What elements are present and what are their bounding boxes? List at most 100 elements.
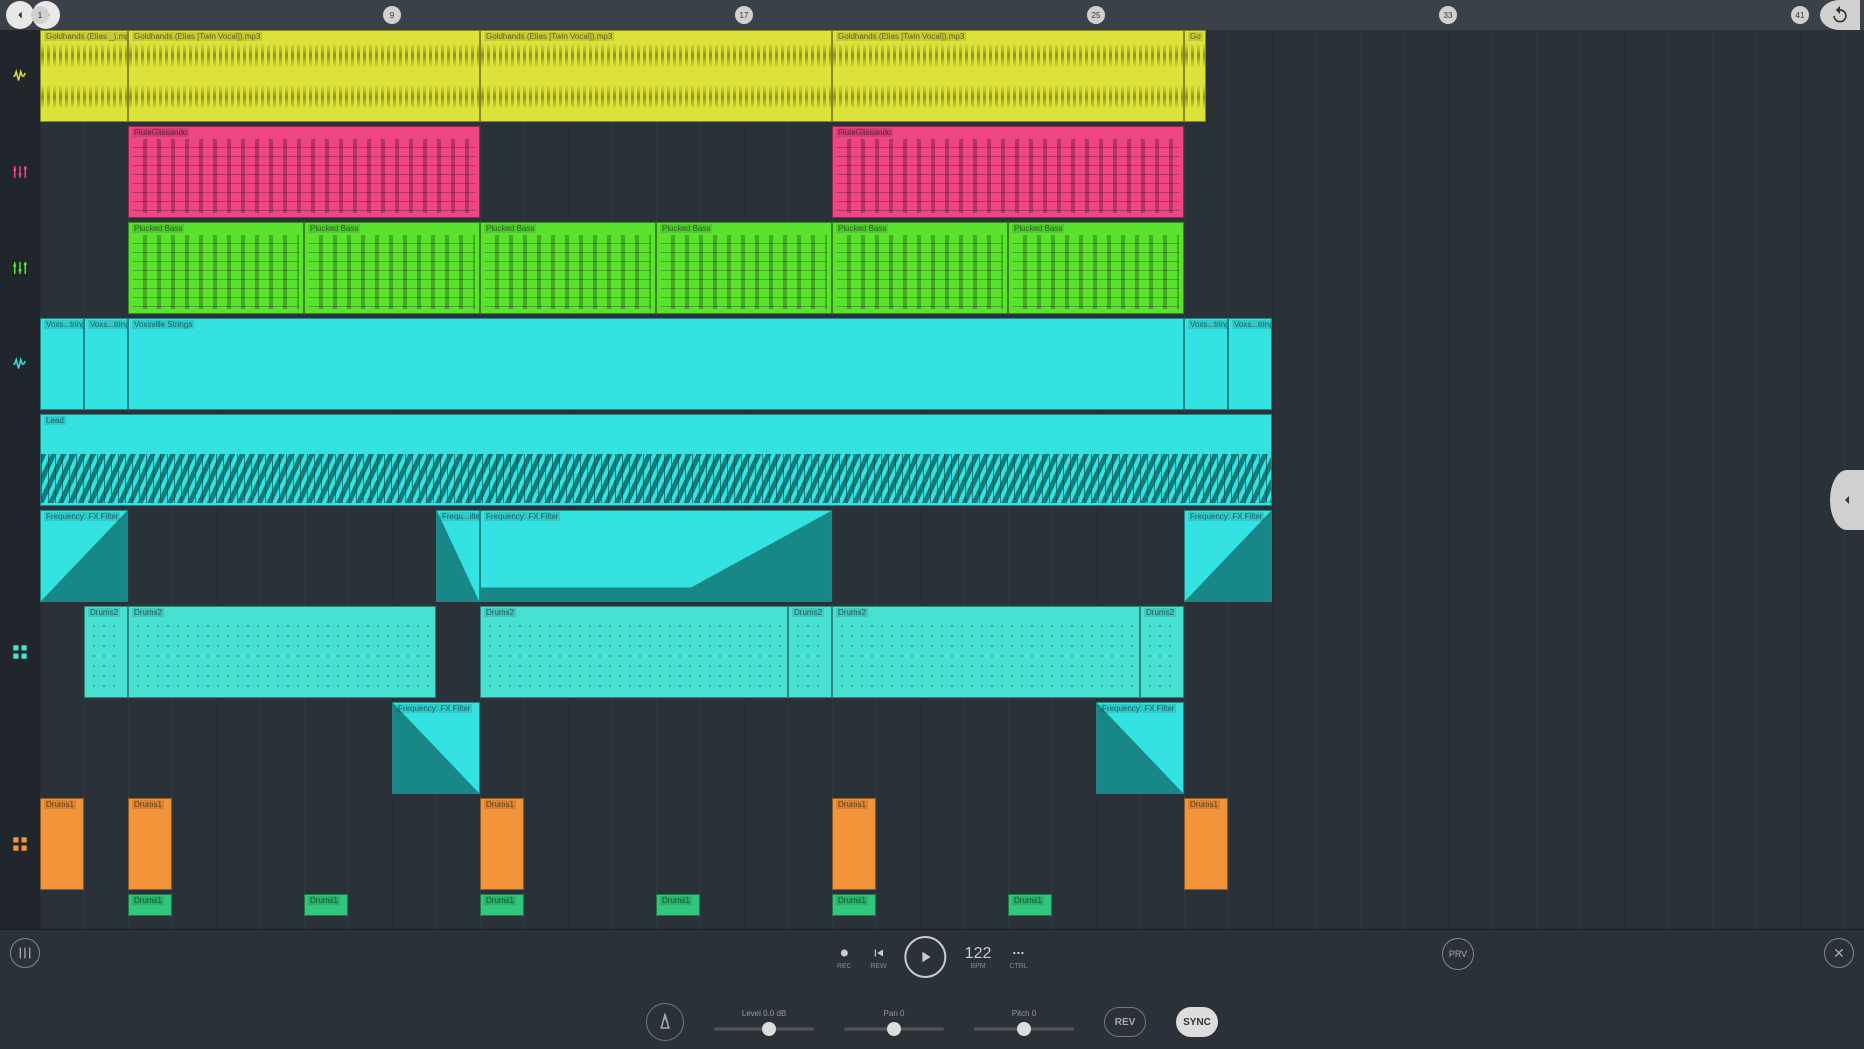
pan-slider[interactable] xyxy=(844,1022,944,1036)
clip-drums1b[interactable]: Drums1 xyxy=(304,894,348,916)
clip-label: Drums2 xyxy=(484,608,516,617)
clip-vocal[interactable]: Go xyxy=(1184,30,1206,122)
metronome-button[interactable] xyxy=(646,1003,684,1041)
clip-drums1a[interactable]: Drums1 xyxy=(1184,798,1228,890)
clip-lead[interactable]: Lead xyxy=(40,414,1272,506)
sync-toggle[interactable]: SYNC xyxy=(1176,1007,1218,1037)
record-label: REC xyxy=(837,963,852,970)
clip-vocal[interactable]: Goldhands (Elias _).mp3 xyxy=(40,30,128,122)
clip-fxfilter1[interactable]: Frequency: FX Filter xyxy=(1184,510,1272,602)
mixer-button[interactable] xyxy=(10,938,40,968)
clip-bass[interactable]: Plucked Bass xyxy=(480,222,656,314)
track-head-fxfilter1[interactable] xyxy=(0,510,40,602)
clip-drums2[interactable]: Drums2 xyxy=(788,606,832,698)
clip-bass[interactable]: Plucked Bass xyxy=(656,222,832,314)
clip-drums2[interactable]: Drums2 xyxy=(832,606,1140,698)
clip-vocal[interactable]: Goldhands (Elias [Twin Vocal]).mp3 xyxy=(128,30,480,122)
clip-fxfilter2[interactable]: Frequency: FX Filter xyxy=(392,702,480,794)
clip-fxfilter2[interactable]: Frequency: FX Filter xyxy=(1096,702,1184,794)
clip-label: Drums1 xyxy=(660,896,692,905)
clip-fxfilter1[interactable]: Frequency: FX Filter xyxy=(40,510,128,602)
track-head-drums2[interactable] xyxy=(0,606,40,698)
clip-label: Voxsville Strings xyxy=(132,320,194,329)
preview-button[interactable]: PRV xyxy=(1442,938,1474,970)
clip-drums1b[interactable]: Drums1 xyxy=(480,894,524,916)
clip-label: Drums1 xyxy=(1188,800,1220,809)
clip-drums2[interactable]: Drums2 xyxy=(128,606,436,698)
timeline-ruler[interactable]: 1 9 17 25 33 41 xyxy=(0,0,1864,30)
clip-drums1b[interactable]: Drums1 xyxy=(832,894,876,916)
clip-label: FluteGlissando xyxy=(836,128,893,137)
reverse-toggle[interactable]: REV xyxy=(1104,1007,1146,1037)
clip-drums2[interactable]: Drums2 xyxy=(1140,606,1184,698)
clip-bass[interactable]: Plucked Bass xyxy=(304,222,480,314)
arrangement-grid[interactable]: Goldhands (Elias _).mp3Goldhands (Elias … xyxy=(40,30,1864,929)
clip-drums2[interactable]: Drums2 xyxy=(84,606,128,698)
clip-label: Drums2 xyxy=(1144,608,1176,617)
clip-strings[interactable]: Voxs...trings xyxy=(84,318,128,410)
clip-fxfilter1[interactable]: Frequ...ilter xyxy=(436,510,480,602)
track-head-fxfilter2[interactable] xyxy=(0,702,40,794)
pitch-slider[interactable] xyxy=(974,1022,1074,1036)
level-slider[interactable] xyxy=(714,1022,814,1036)
clip-strings[interactable]: Voxs...trings xyxy=(1228,318,1272,410)
clip-strings[interactable]: Voxs...trings xyxy=(1184,318,1228,410)
track-head-lead[interactable] xyxy=(0,414,40,506)
ruler-marker[interactable]: 9 xyxy=(383,6,401,24)
expand-right-button[interactable] xyxy=(1830,470,1864,530)
clip-label: Plucked Bass xyxy=(308,224,360,233)
clip-drums1b[interactable]: Drums1 xyxy=(656,894,700,916)
clip-flute[interactable]: FluteGlissando xyxy=(832,126,1184,218)
play-button[interactable] xyxy=(905,936,947,978)
clip-vocal[interactable]: Goldhands (Elias [Twin Vocal]).mp3 xyxy=(480,30,832,122)
track-head-vocal[interactable] xyxy=(0,30,40,122)
clip-drums1a[interactable]: Drums1 xyxy=(832,798,876,890)
clip-drums1b[interactable]: Drums1 xyxy=(1008,894,1052,916)
clip-label: Drums2 xyxy=(132,608,164,617)
transport-bar: REC REW 122 BPM CTRL PRV ✕ Level 0.0 dB xyxy=(0,929,1864,1049)
clip-label: Drums1 xyxy=(308,896,340,905)
undo-button[interactable] xyxy=(1820,0,1860,30)
track-head-flute[interactable] xyxy=(0,126,40,218)
clip-drums1a[interactable]: Drums1 xyxy=(40,798,84,890)
clip-vocal[interactable]: Goldhands (Elias [Twin Vocal]).mp3 xyxy=(832,30,1184,122)
clip-fxfilter1[interactable]: Frequency: FX Filter xyxy=(480,510,832,602)
clip-bass[interactable]: Plucked Bass xyxy=(832,222,1008,314)
clip-drums1b[interactable]: Drums1 xyxy=(128,894,172,916)
clip-label: FluteGlissando xyxy=(132,128,189,137)
ruler-marker[interactable]: 25 xyxy=(1087,6,1105,24)
track-head-drums1b[interactable] xyxy=(0,894,40,916)
clip-strings[interactable]: Voxsville Strings xyxy=(128,318,1184,410)
clip-drums2[interactable]: Drums2 xyxy=(480,606,788,698)
clip-label: Voxs...trings xyxy=(1188,320,1228,329)
close-icon: ✕ xyxy=(1833,945,1845,962)
clip-label: Voxs...trings xyxy=(1232,320,1272,329)
track-head-strings[interactable] xyxy=(0,318,40,410)
back-button[interactable] xyxy=(6,1,34,29)
ruler-marker[interactable]: 41 xyxy=(1791,6,1809,24)
clip-label: Plucked Bass xyxy=(484,224,536,233)
ruler-marker[interactable]: 1 xyxy=(31,6,49,24)
tempo-display[interactable]: 122 BPM xyxy=(965,945,992,970)
rewind-button[interactable]: REW xyxy=(870,945,886,970)
clip-strings[interactable]: Voxs...trings xyxy=(40,318,84,410)
clip-bass[interactable]: Plucked Bass xyxy=(128,222,304,314)
ruler-marker[interactable]: 17 xyxy=(735,6,753,24)
more-controls-button[interactable]: CTRL xyxy=(1009,945,1027,970)
track-head-bass[interactable] xyxy=(0,222,40,314)
clip-label: Voxs...trings xyxy=(88,320,128,329)
close-button[interactable]: ✕ xyxy=(1824,938,1854,968)
clip-flute[interactable]: FluteGlissando xyxy=(128,126,480,218)
clip-label: Drums1 xyxy=(132,800,164,809)
clip-label: Plucked Bass xyxy=(132,224,184,233)
clip-bass[interactable]: Plucked Bass xyxy=(1008,222,1184,314)
record-button[interactable]: REC xyxy=(836,945,852,970)
clip-label: Drums1 xyxy=(484,896,516,905)
clip-drums1a[interactable]: Drums1 xyxy=(128,798,172,890)
more-label: CTRL xyxy=(1009,963,1027,970)
clip-drums1a[interactable]: Drums1 xyxy=(480,798,524,890)
ruler-marker[interactable]: 33 xyxy=(1439,6,1457,24)
clip-label: Plucked Bass xyxy=(1012,224,1064,233)
track-head-drums1a[interactable] xyxy=(0,798,40,890)
clip-label: Drums2 xyxy=(88,608,120,617)
